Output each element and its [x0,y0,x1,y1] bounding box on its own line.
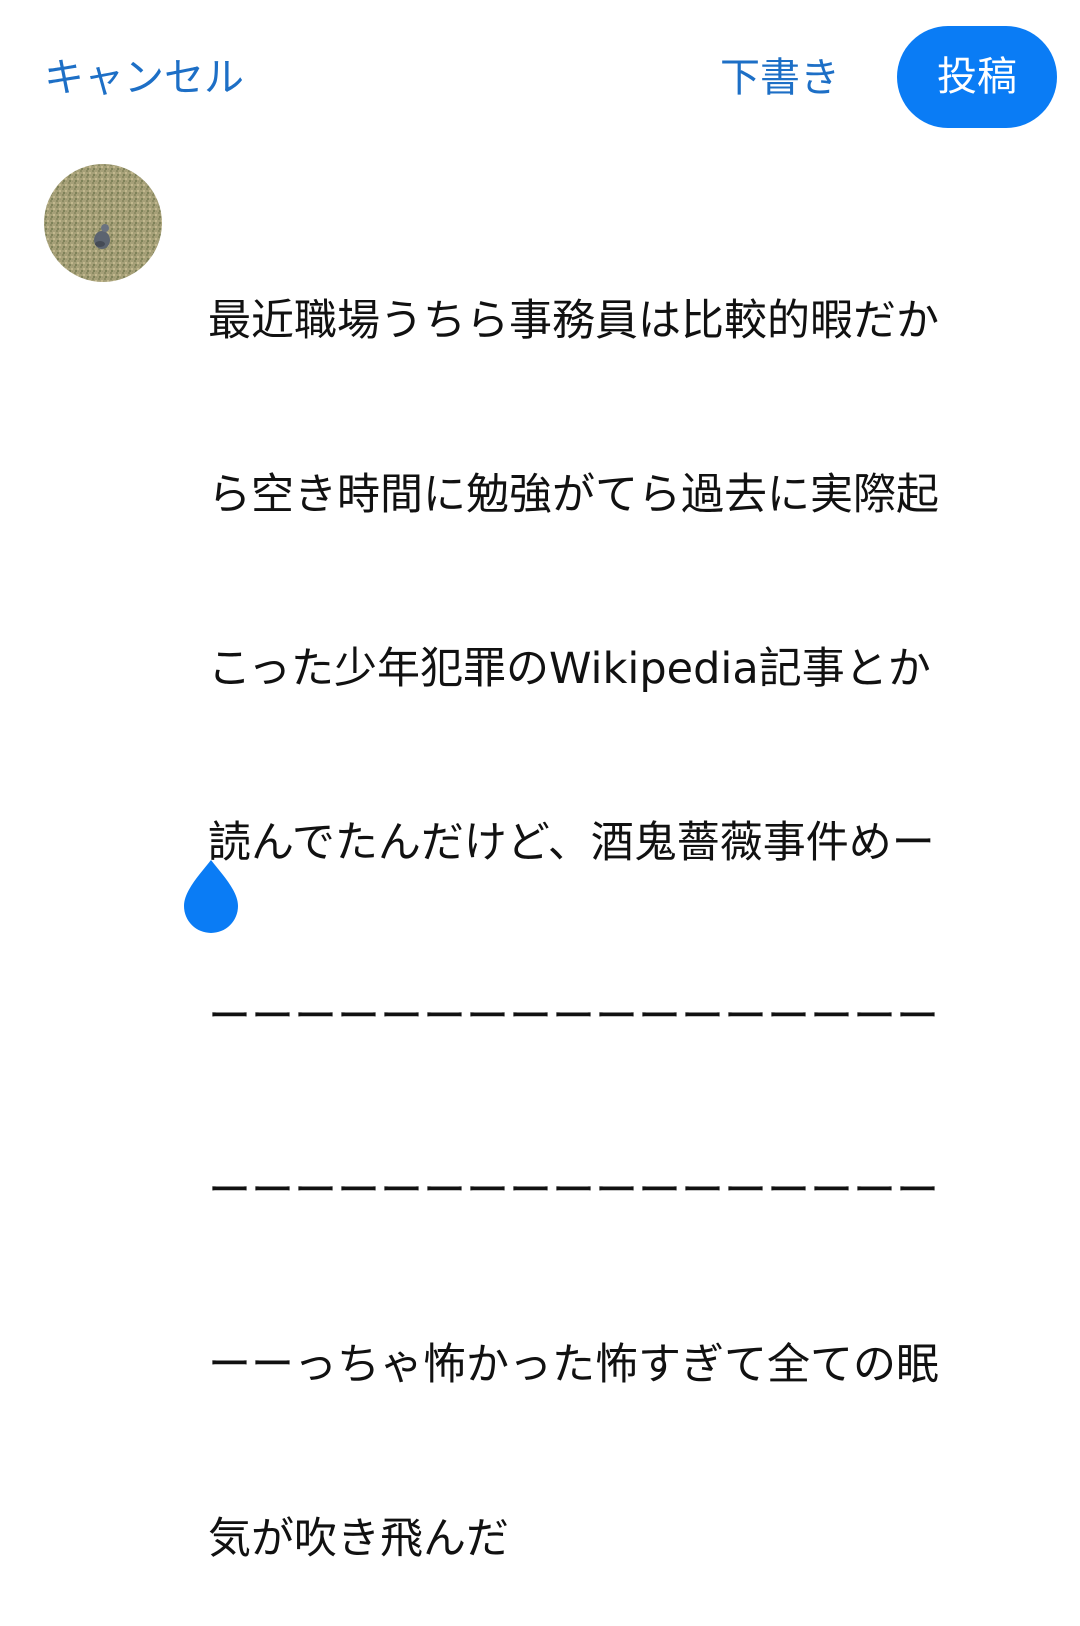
text-cursor-handle-icon[interactable] [180,858,242,936]
compose-line: こった少年犯罪のWikipedia記事とか [208,644,931,694]
post-button[interactable]: 投稿 [897,26,1057,128]
cancel-button[interactable]: キャンセル [44,52,244,104]
compose-line: 気が吹き飛んだ [208,1514,509,1564]
compose-text-area[interactable]: 最近職場うちら事務員は比較的暇だか ら空き時間に勉強がてら過去に実際起 こった少… [208,176,1008,1626]
compose-line: ーーーーーーーーーーーーーーーーー [208,992,939,1042]
avatar[interactable] [44,164,162,282]
avatar-photo [44,164,162,282]
compose-line: ーーーーーーーーーーーーーーーーー [208,1166,939,1216]
compose-line: ら空き時間に勉強がてら過去に実際起 [208,470,939,520]
compose-line: ーーっちゃ怖かった怖すぎて全ての眠 [208,1340,939,1390]
drafts-button[interactable]: 下書き [720,52,840,104]
compose-line: 最近職場うちら事務員は比較的暇だか [208,296,939,346]
compose-line: 読んでたんだけど、酒鬼薔薇事件めー [208,818,935,868]
